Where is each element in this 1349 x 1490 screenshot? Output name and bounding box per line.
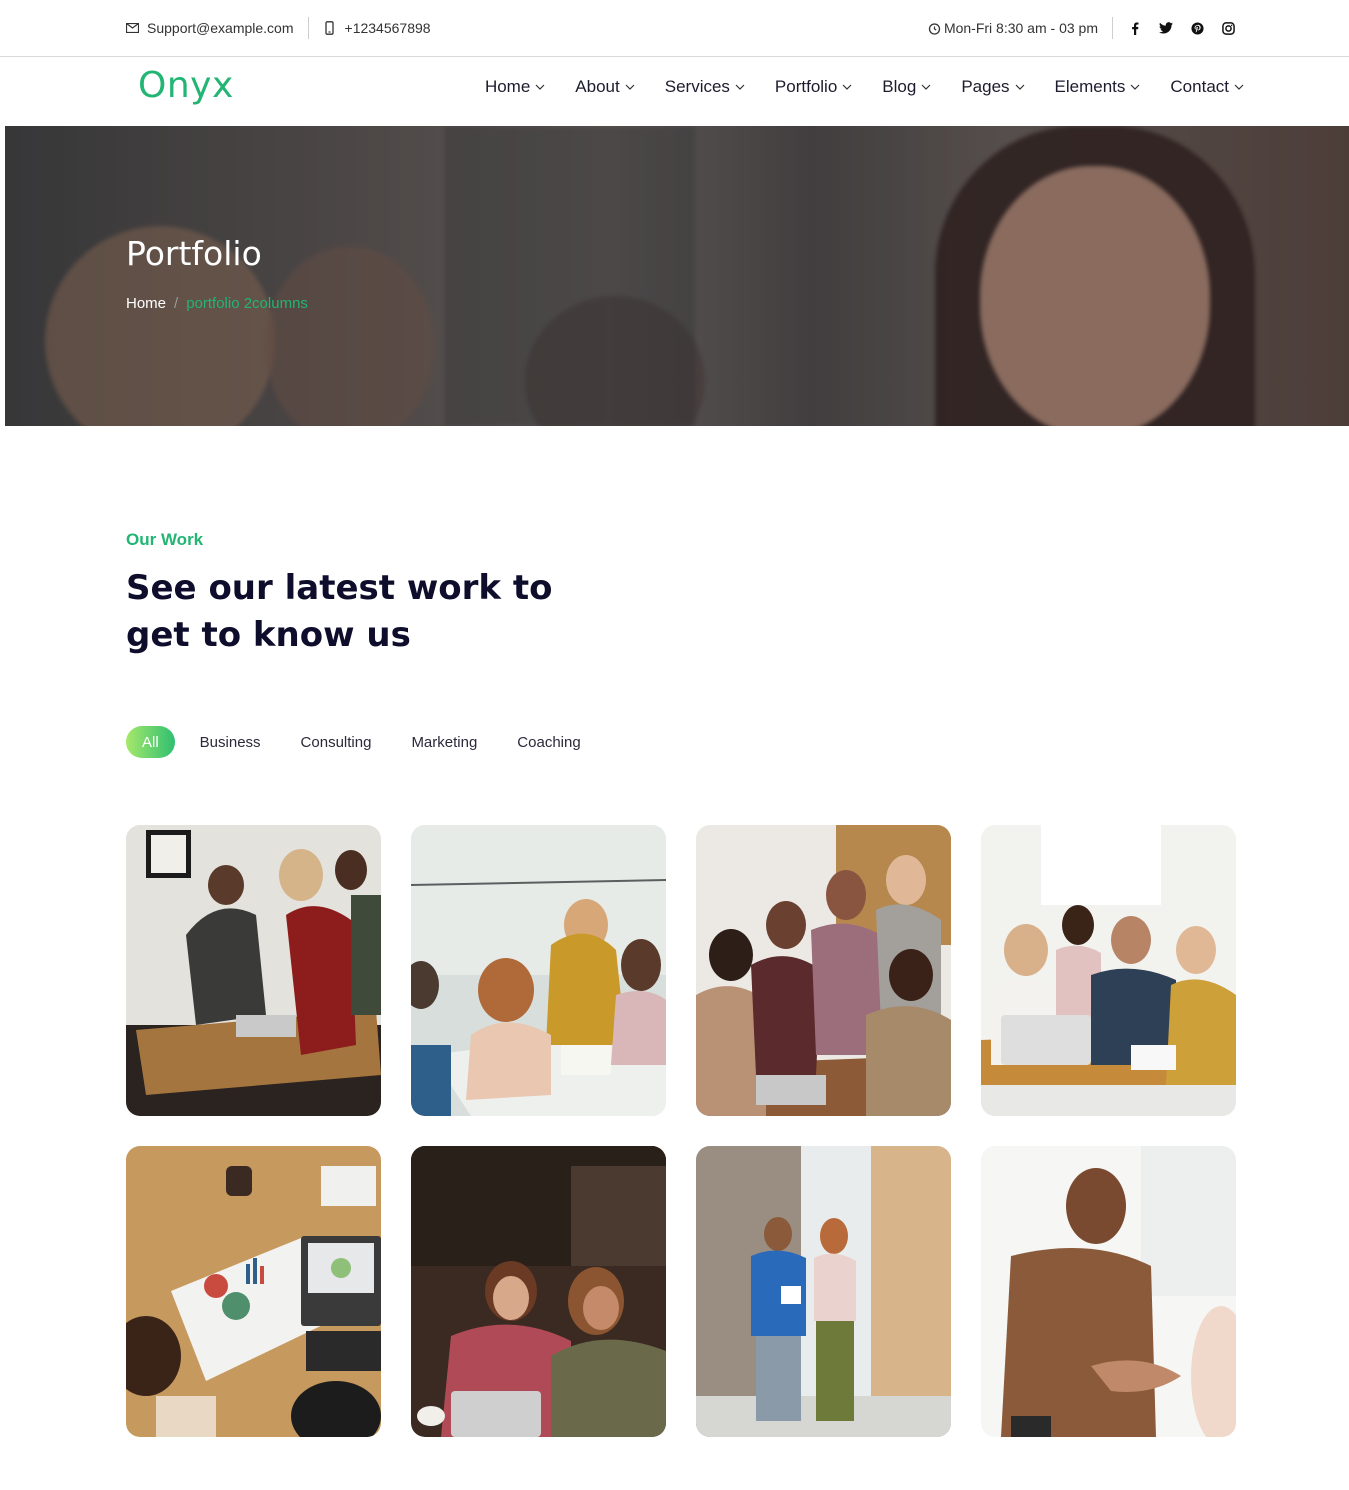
page-hero-banner: Portfolio Home / portfolio 2columns — [5, 126, 1349, 426]
nav-item-about[interactable]: About — [575, 77, 635, 97]
breadcrumb: Home / portfolio 2columns — [126, 295, 308, 312]
team-planning-photo — [126, 825, 381, 1116]
portfolio-item-3[interactable] — [696, 825, 951, 1116]
pinterest-icon[interactable] — [1189, 20, 1205, 36]
nav-label[interactable]: Pages — [961, 77, 1009, 97]
social-links — [1127, 20, 1236, 36]
portfolio-grid — [126, 825, 1236, 1437]
handshake-photo — [981, 1146, 1236, 1437]
logo[interactable]: Onyx — [138, 65, 234, 106]
hours-info: Mon-Fri 8:30 am - 03 pm — [928, 20, 1098, 36]
hero-overlay — [5, 126, 1349, 426]
email-text[interactable]: Support@example.com — [147, 20, 294, 36]
team-laptop-photo — [696, 825, 951, 1116]
chevron-down-icon — [1130, 82, 1140, 92]
charts-desk-photo — [126, 1146, 381, 1437]
chevron-down-icon — [535, 82, 545, 92]
breadcrumb-current: portfolio 2columns — [186, 295, 308, 312]
nav-label[interactable]: Home — [485, 77, 530, 97]
breadcrumb-separator: / — [174, 295, 179, 312]
portfolio-item-7[interactable] — [696, 1146, 951, 1437]
portfolio-item-2[interactable] — [411, 825, 666, 1116]
phone-contact[interactable]: +1234567898 — [323, 20, 431, 36]
nav-label[interactable]: Contact — [1170, 77, 1229, 97]
section-eyebrow: Our Work — [126, 530, 204, 549]
women-laptop-photo — [411, 1146, 666, 1437]
nav-item-elements[interactable]: Elements — [1055, 77, 1141, 97]
main-navbar: Onyx Home About Services Portfolio Blog … — [0, 57, 1349, 126]
breadcrumb-home-link[interactable]: Home — [126, 295, 166, 312]
portfolio-item-4[interactable] — [981, 825, 1236, 1116]
chevron-down-icon — [625, 82, 635, 92]
hours-text: Mon-Fri 8:30 am - 03 pm — [943, 20, 1098, 36]
chevron-down-icon — [735, 82, 745, 92]
email-contact[interactable]: Support@example.com — [125, 20, 294, 36]
nav-item-pages[interactable]: Pages — [961, 77, 1024, 97]
divider — [1112, 17, 1113, 39]
portfolio-filters: All Business Consulting Marketing Coachi… — [126, 726, 621, 758]
cafe-meeting-photo — [981, 825, 1236, 1116]
filter-business[interactable]: Business — [200, 726, 261, 758]
facebook-icon[interactable] — [1127, 20, 1143, 36]
envelope-icon — [125, 21, 139, 35]
instagram-icon[interactable] — [1220, 20, 1236, 36]
chevron-down-icon — [921, 82, 931, 92]
twitter-icon[interactable] — [1158, 20, 1174, 36]
nav-label[interactable]: Services — [665, 77, 730, 97]
main-menu: Home About Services Portfolio Blog Pages… — [455, 77, 1244, 97]
nav-label[interactable]: Blog — [882, 77, 916, 97]
phone-icon — [323, 21, 337, 35]
portfolio-item-6[interactable] — [411, 1146, 666, 1437]
page-title: Portfolio — [126, 234, 262, 273]
section-heading: See our latest work to get to know us — [126, 568, 553, 655]
nav-item-services[interactable]: Services — [665, 77, 745, 97]
divider — [307, 17, 309, 39]
nav-item-contact[interactable]: Contact — [1170, 77, 1244, 97]
filter-coaching[interactable]: Coaching — [517, 726, 580, 758]
nav-item-portfolio[interactable]: Portfolio — [775, 77, 852, 97]
nav-item-blog[interactable]: Blog — [882, 77, 931, 97]
chevron-down-icon — [1015, 82, 1025, 92]
nav-label[interactable]: Portfolio — [775, 77, 837, 97]
nav-label[interactable]: Elements — [1055, 77, 1126, 97]
portfolio-item-1[interactable] — [126, 825, 381, 1116]
group-notebook-photo — [411, 825, 666, 1116]
nav-item-home[interactable]: Home — [485, 77, 545, 97]
clock-icon — [928, 21, 942, 35]
chevron-down-icon — [842, 82, 852, 92]
office-walk-photo — [696, 1146, 951, 1437]
chevron-down-icon — [1234, 82, 1244, 92]
filter-marketing[interactable]: Marketing — [411, 726, 477, 758]
nav-label[interactable]: About — [575, 77, 619, 97]
portfolio-item-8[interactable] — [981, 1146, 1236, 1437]
filter-consulting[interactable]: Consulting — [301, 726, 372, 758]
top-bar: Support@example.com +1234567898 Mon-Fri … — [0, 0, 1349, 57]
filter-all[interactable]: All — [126, 726, 175, 758]
portfolio-item-5[interactable] — [126, 1146, 381, 1437]
phone-text[interactable]: +1234567898 — [345, 20, 431, 36]
